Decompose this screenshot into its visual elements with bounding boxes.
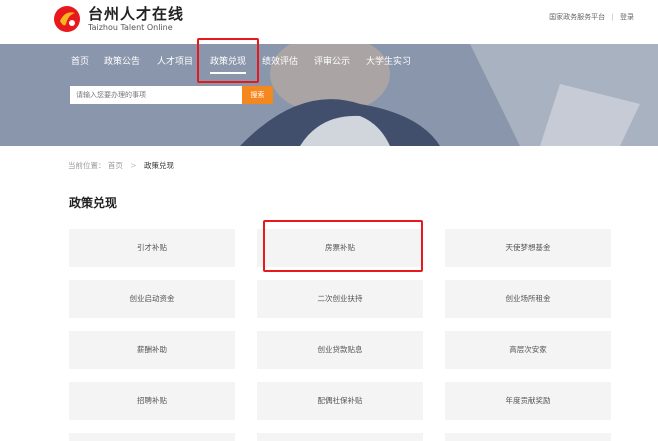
policy-tile-annual-reward[interactable]: 年度贡献奖励: [445, 382, 611, 420]
policy-tile-startup-fund[interactable]: 创业启动资金: [69, 280, 235, 318]
breadcrumb-prefix: 当前位置：: [68, 161, 106, 170]
highlight-box-nav: [197, 38, 259, 83]
logo-icon: [54, 6, 80, 32]
brand-name-cn: 台州人才在线: [88, 5, 185, 23]
nav-item-performance[interactable]: 绩效评估: [262, 54, 298, 67]
nav-item-review-publicity[interactable]: 评审公示: [314, 54, 350, 67]
top-links: 国家政务服务平台 | 登录: [545, 12, 634, 22]
policy-tile-loan-interest[interactable]: 创业贷款贴息: [257, 331, 423, 369]
nav-item-talent-project[interactable]: 人才项目: [157, 54, 193, 67]
gov-platform-link[interactable]: 国家政务服务平台: [549, 13, 605, 21]
nav-item-policy-notice[interactable]: 政策公告: [104, 54, 140, 67]
brand-name-en: Taizhou Talent Online: [88, 23, 173, 32]
policy-tile-venue-rent[interactable]: 创业场所租金: [445, 280, 611, 318]
breadcrumb-current: 政策兑现: [143, 161, 174, 170]
breadcrumb: 当前位置： 首页 > 政策兑现: [68, 160, 174, 171]
page-title: 政策兑现: [69, 196, 118, 210]
nav-item-home[interactable]: 首页: [71, 54, 89, 67]
main-nav: 首页 政策公告 人才项目 政策兑现 绩效评估 评审公示 大学生实习: [0, 44, 658, 76]
login-link[interactable]: 登录: [620, 13, 634, 21]
hero-banner: 首页 政策公告 人才项目 政策兑现 绩效评估 评审公示 大学生实习 搜索: [0, 44, 658, 146]
highlight-box-tile: [263, 220, 423, 272]
breadcrumb-separator: >: [130, 161, 137, 170]
policy-tile-salary-subsidy[interactable]: 薪酬补助: [69, 331, 235, 369]
policy-tile-recruitment-subsidy[interactable]: 招聘补贴: [69, 382, 235, 420]
policy-tile-partial[interactable]: [257, 433, 423, 441]
breadcrumb-home[interactable]: 首页: [108, 161, 123, 170]
search-input[interactable]: [70, 86, 242, 104]
top-bar: 台州人才在线 Taizhou Talent Online 国家政务服务平台 | …: [0, 0, 658, 44]
policy-tile-high-level-housing[interactable]: 高层次安家: [445, 331, 611, 369]
policy-tile-second-startup[interactable]: 二次创业扶持: [257, 280, 423, 318]
search-button[interactable]: 搜索: [242, 86, 273, 104]
policy-tile-partial[interactable]: [445, 433, 611, 441]
policy-tile-angel-fund[interactable]: 天使梦想基金: [445, 229, 611, 267]
policy-tile-spouse-insurance[interactable]: 配偶社保补贴: [257, 382, 423, 420]
top-link-separator: |: [611, 13, 614, 21]
policy-tile-partial[interactable]: [69, 433, 235, 441]
nav-item-internship[interactable]: 大学生实习: [366, 54, 411, 67]
policy-tile-talent-subsidy[interactable]: 引才补贴: [69, 229, 235, 267]
